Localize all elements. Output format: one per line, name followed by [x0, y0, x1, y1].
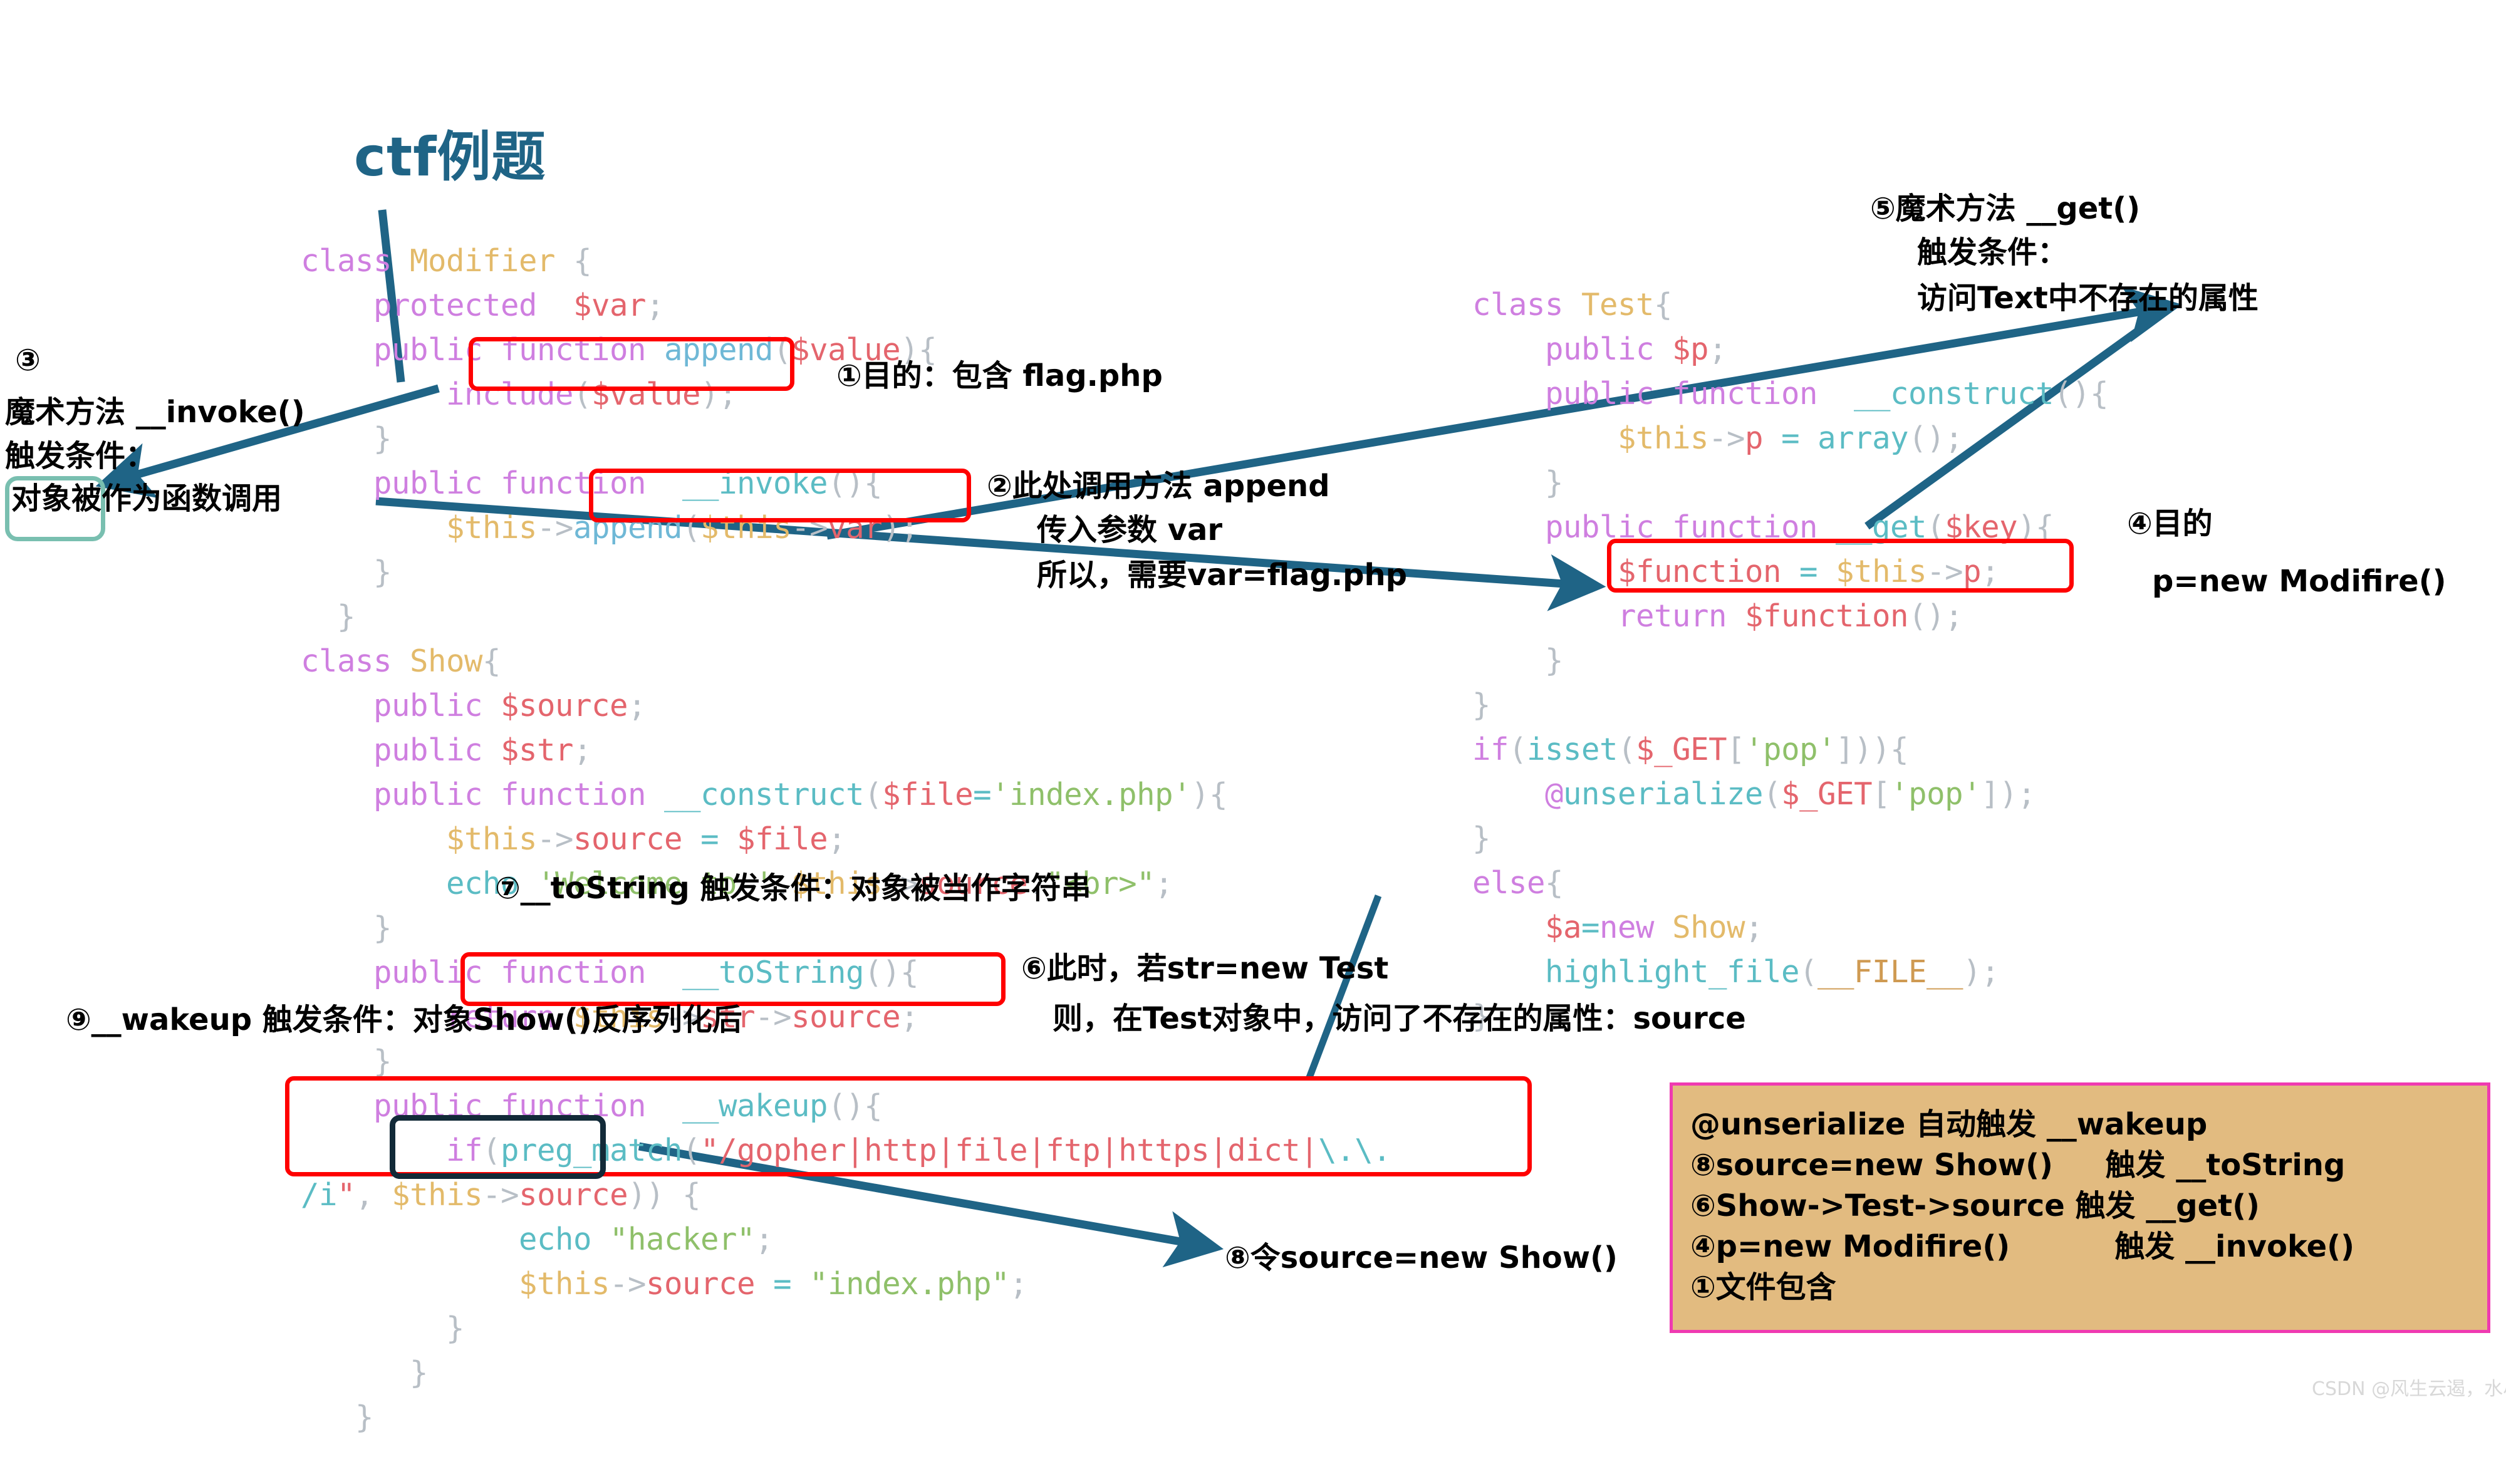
annotation-7: ⑦__toString 触发条件：对象被当作字符串	[495, 871, 1091, 906]
annotation-4-line1: ④目的	[2127, 506, 2213, 541]
watermark: CSDN @风生云遏，水尽潭清	[2312, 1378, 2506, 1400]
annotation-5-line1: ⑤魔术方法 __get()	[1870, 191, 2141, 226]
annotation-4-line2: p=new Modifire()	[2152, 564, 2446, 599]
annotation-5-line3: 访问Text中不存在的属性	[1917, 281, 2259, 316]
annotation-6-line2: 则，在Test对象中，访问了不存在的属性：source	[1053, 1001, 1746, 1036]
summary-line-5: ①文件包含	[1690, 1270, 1836, 1305]
annotation-2-line3: 所以，需要var=flag.php	[1037, 558, 1408, 593]
annotation-5-line2: 触发条件：	[1917, 235, 2068, 270]
annotation-3-number: ③	[15, 343, 41, 378]
summary-line-1: @unserialize 自动触发 __wakeup	[1690, 1107, 2208, 1142]
summary-panel: @unserialize 自动触发 __wakeup ⑧source=new S…	[1670, 1082, 2490, 1333]
code-block-right: class Test{ public $p; public function _…	[1472, 287, 2109, 1034]
annotation-3-line4: 对象被作为函数调用	[11, 481, 283, 516]
annotation-2-line1: ②此处调用方法 append	[987, 469, 1330, 504]
annotation-9: ⑨__wakeup 触发条件：对象Show()反序列化后	[66, 1002, 742, 1037]
page-title: ctf例题	[354, 126, 546, 189]
summary-line-4: ④p=new Modifire() 触发 __invoke()	[1690, 1229, 2355, 1264]
summary-line-3: ⑥Show->Test->source 触发 __get()	[1690, 1188, 2260, 1223]
annotation-1: ①目的：包含 flag.php	[836, 358, 1163, 393]
summary-line-2: ⑧source=new Show() 触发 __toString	[1690, 1148, 2346, 1183]
annotation-3-line2: 魔术方法 __invoke()	[5, 395, 305, 430]
annotation-8: ⑧令source=new Show()	[1225, 1240, 1618, 1275]
annotation-2-line2: 传入参数 var	[1037, 512, 1223, 547]
annotation-3-line3: 触发条件：	[5, 438, 156, 474]
diagram-canvas: ctf例题 class Modifier { protected $var; p…	[0, 0, 2506, 1435]
annotation-6-line1: ⑥此时，若str=new Test	[1021, 951, 1389, 986]
